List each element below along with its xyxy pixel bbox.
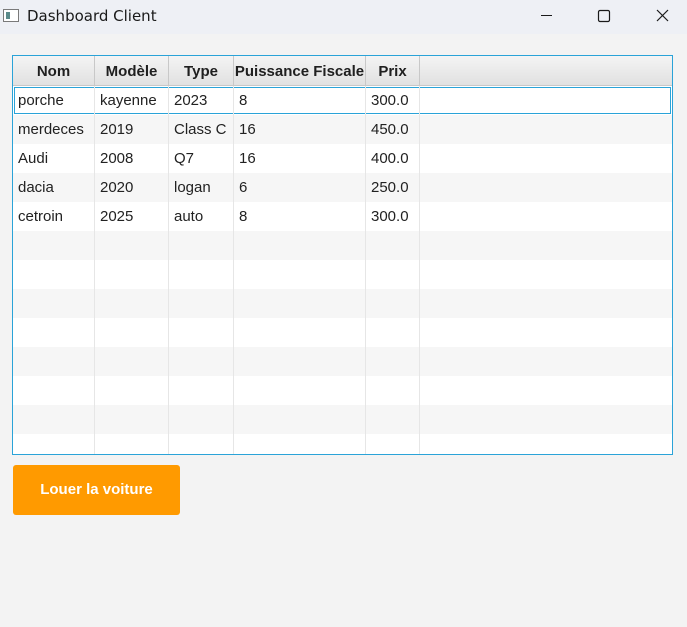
cell-filler	[420, 173, 672, 202]
empty-table-row	[13, 318, 672, 347]
table-row[interactable]: merdeces 2019 Class C 16 450.0	[13, 115, 672, 144]
table-header: Nom Modèle Type Puissance Fiscale Prix	[13, 56, 672, 86]
table-row[interactable]: cetroin 2025 auto 8 300.0	[13, 202, 672, 231]
cell-modele: 2019	[95, 115, 169, 144]
cell-prix: 400.0	[366, 144, 420, 173]
cell-prix: 300.0	[366, 86, 420, 115]
cell-filler	[420, 115, 672, 144]
window-title: Dashboard Client	[27, 7, 157, 25]
cell-nom: porche	[13, 86, 95, 115]
cell-modele: 2020	[95, 173, 169, 202]
close-button[interactable]	[633, 0, 687, 32]
app-window-icon	[3, 9, 19, 22]
cell-filler	[420, 144, 672, 173]
cell-type: auto	[169, 202, 234, 231]
column-header-puissance-fiscale[interactable]: Puissance Fiscale	[234, 56, 366, 85]
cell-nom: merdeces	[13, 115, 95, 144]
maximize-button[interactable]	[575, 0, 633, 32]
cell-puissance-fiscale: 8	[234, 202, 366, 231]
cell-nom: cetroin	[13, 202, 95, 231]
column-header-nom[interactable]: Nom	[13, 56, 95, 85]
empty-table-row	[13, 289, 672, 318]
cell-puissance-fiscale: 8	[234, 86, 366, 115]
column-header-type[interactable]: Type	[169, 56, 234, 85]
cell-prix: 450.0	[366, 115, 420, 144]
column-header-prix[interactable]: Prix	[366, 56, 420, 85]
cars-table[interactable]: Nom Modèle Type Puissance Fiscale Prix p…	[12, 55, 673, 455]
maximize-icon	[597, 9, 611, 23]
minimize-button[interactable]	[517, 0, 575, 32]
empty-table-row	[13, 231, 672, 260]
cell-prix: 300.0	[366, 202, 420, 231]
cell-type: logan	[169, 173, 234, 202]
cell-puissance-fiscale: 16	[234, 115, 366, 144]
cell-nom: dacia	[13, 173, 95, 202]
empty-table-row	[13, 405, 672, 434]
cell-modele: 2008	[95, 144, 169, 173]
table-row[interactable]: dacia 2020 logan 6 250.0	[13, 173, 672, 202]
empty-table-row	[13, 434, 672, 454]
cell-modele: 2025	[95, 202, 169, 231]
minimize-icon	[541, 15, 552, 16]
cell-filler	[420, 86, 672, 115]
table-row[interactable]: Audi 2008 Q7 16 400.0	[13, 144, 672, 173]
column-header-filler	[420, 56, 672, 85]
cell-nom: Audi	[13, 144, 95, 173]
column-header-modele[interactable]: Modèle	[95, 56, 169, 85]
cell-type: 2023	[169, 86, 234, 115]
cell-puissance-fiscale: 6	[234, 173, 366, 202]
cell-type: Class C	[169, 115, 234, 144]
cell-filler	[420, 202, 672, 231]
table-body: porche kayenne 2023 8 300.0 merdeces 201…	[13, 86, 672, 454]
table-row[interactable]: porche kayenne 2023 8 300.0	[13, 86, 672, 115]
close-icon	[656, 9, 669, 22]
empty-table-row	[13, 260, 672, 289]
rent-car-button[interactable]: Louer la voiture	[13, 465, 180, 515]
cell-prix: 250.0	[366, 173, 420, 202]
cell-type: Q7	[169, 144, 234, 173]
empty-table-row	[13, 376, 672, 405]
cell-puissance-fiscale: 16	[234, 144, 366, 173]
title-bar: Dashboard Client	[0, 0, 687, 34]
cell-modele: kayenne	[95, 86, 169, 115]
empty-table-row	[13, 347, 672, 376]
